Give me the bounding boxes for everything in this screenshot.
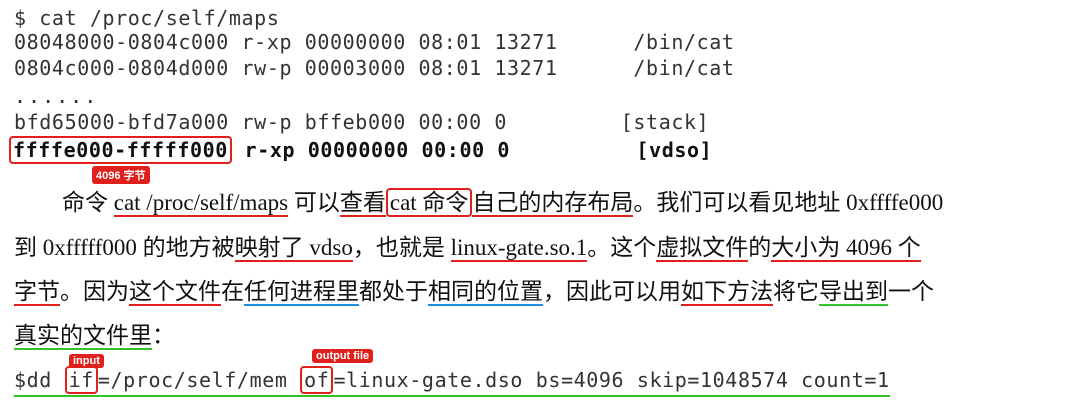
dd-rest: =linux-gate.dso bs=4096 skip=1048574 cou… <box>333 368 890 392</box>
text: 将它 <box>773 279 819 304</box>
paragraph-line-1: 命令 cat /proc/self/maps 可以查看 cat 命令 自己的内存布局… <box>62 183 943 217</box>
underline-any-process: 任何进程里 <box>244 279 359 306</box>
box-cat-command: cat 命令 <box>385 188 473 217</box>
underline-linux-gate: linux-gate.so.1 <box>450 235 588 262</box>
underline-own: 自己的 <box>472 190 542 217</box>
of-keyword-box: of <box>300 366 334 394</box>
underline-real-file: 真实的文件里 <box>14 323 152 350</box>
text: ，因此可以用 <box>543 279 681 304</box>
text: 到 0xfffff000 的地方被 <box>14 235 235 260</box>
map-line-stack: bfd65000-bfd7a000 rw-p bffeb000 00:00 0 … <box>14 110 710 134</box>
underline-size: 大小为 4096 个 <box>771 235 921 262</box>
underline-mapped-vdso: 映射了 vdso <box>234 235 353 262</box>
vdso-rest: r-xp 00000000 00:00 0 [vdso] <box>231 138 713 162</box>
paragraph-line-3: 字节。因为这个文件在任何进程里都处于相同的位置，因此可以用如下方法将它导出到一个 <box>14 272 934 306</box>
text: ，也就是 <box>352 235 451 260</box>
underline-cat-maps: cat /proc/self/maps <box>113 190 289 217</box>
underline-this-file: 这个文件 <box>129 279 221 306</box>
text: 一个 <box>888 279 934 304</box>
output-annotation-tag: output file <box>312 349 374 363</box>
map-line-vdso: ffffe000-fffff000 r-xp 00000000 00:00 0 … <box>9 136 713 164</box>
paragraph-line-2: 到 0xfffff000 的地方被映射了 vdso，也就是 linux-gate… <box>14 228 921 262</box>
map-line-1: 08048000-0804c000 r-xp 00000000 08:01 13… <box>14 30 735 54</box>
text: 在 <box>221 279 244 304</box>
underline-virtual-file: 虚拟文件 <box>656 235 749 262</box>
ellipsis: ...... <box>14 84 99 108</box>
dd-prefix: $dd <box>14 368 65 392</box>
underline-view: 查看 <box>339 190 386 217</box>
dd-input-path: =/proc/self/mem <box>97 368 301 392</box>
underline-bytes: 字节 <box>14 279 60 306</box>
text: ： <box>152 323 175 348</box>
text: 的 <box>748 235 772 260</box>
size-annotation-tag: 4096 字节 <box>92 166 150 184</box>
underline-same-position: 相同的位置 <box>428 279 543 306</box>
dd-command-line: $dd if =/proc/self/mem of =linux-gate.dso … <box>14 366 890 397</box>
underline-export: 导出到 <box>819 279 888 306</box>
map-line-2: 0804c000-0804d000 rw-p 00003000 08:01 13… <box>14 56 735 80</box>
text: 可以 <box>288 190 340 215</box>
text: 。我们可以看见地址 0xffffe000 <box>633 190 944 215</box>
text: 都处于 <box>359 279 428 304</box>
underline-memory-layout: 内存布局 <box>541 190 634 217</box>
text: 。因为 <box>60 279 129 304</box>
command-line: $ cat /proc/self/maps <box>14 6 280 30</box>
underline-method: 如下方法 <box>681 279 773 306</box>
paragraph-line-4: 真实的文件里： <box>14 316 175 350</box>
if-keyword-box: if <box>64 366 98 394</box>
text: 命令 <box>62 190 114 215</box>
text: 。这个 <box>587 235 657 260</box>
vdso-range-highlight: ffffe000-fffff000 <box>9 136 232 164</box>
